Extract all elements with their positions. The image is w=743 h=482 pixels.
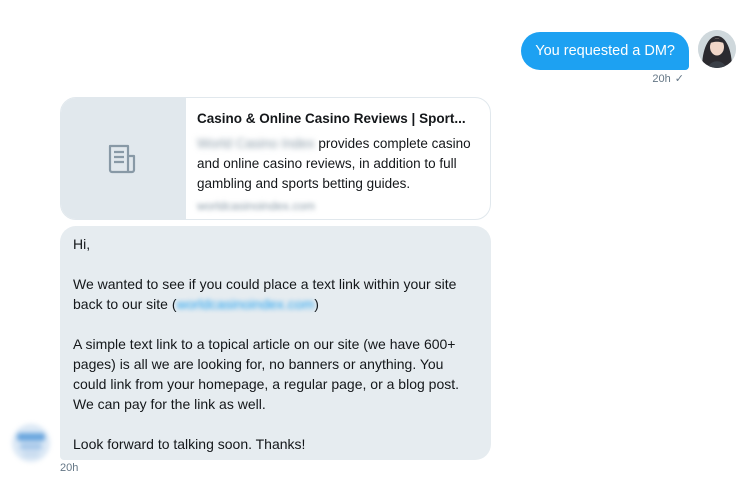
incoming-message-bubble[interactable]: Hi, We wanted to see if you could place … — [60, 226, 491, 460]
message-greeting: Hi, — [73, 236, 91, 252]
card-description-blurred-name: World Casino Index — [197, 136, 315, 151]
message-paragraph-2: A simple text link to a topical article … — [73, 336, 460, 412]
avatar-image — [12, 424, 50, 462]
outgoing-message-bubble[interactable]: You requested a DM? — [521, 32, 689, 70]
sender-avatar[interactable] — [698, 30, 736, 68]
link-preview-card[interactable]: Casino & Online Casino Reviews | Sport..… — [60, 97, 491, 220]
message-paragraph-1: We wanted to see if you could place a te… — [73, 274, 478, 314]
card-domain: worldcasinoindex.com — [197, 199, 316, 213]
incoming-timestamp: 20h — [60, 462, 79, 474]
checkmark-icon: ✓ — [674, 73, 684, 85]
avatar-image — [698, 30, 736, 68]
outgoing-timestamp: 20h — [652, 73, 671, 85]
message-paragraph-1-close: ) — [314, 296, 319, 312]
card-title: Casino & Online Casino Reviews | Sport..… — [197, 111, 466, 126]
message-link[interactable]: worldcasinoindex.com — [177, 296, 315, 312]
recipient-avatar[interactable] — [12, 424, 50, 462]
document-icon — [108, 144, 136, 174]
card-body: Casino & Online Casino Reviews | Sport..… — [197, 110, 481, 215]
card-thumbnail — [61, 98, 186, 219]
outgoing-message-text: You requested a DM? — [535, 43, 675, 59]
message-closing: Look forward to talking soon. Thanks! — [73, 436, 306, 452]
card-description: World Casino Index provides complete cas… — [197, 134, 481, 194]
outgoing-message-meta: 20h ✓ — [652, 72, 684, 85]
